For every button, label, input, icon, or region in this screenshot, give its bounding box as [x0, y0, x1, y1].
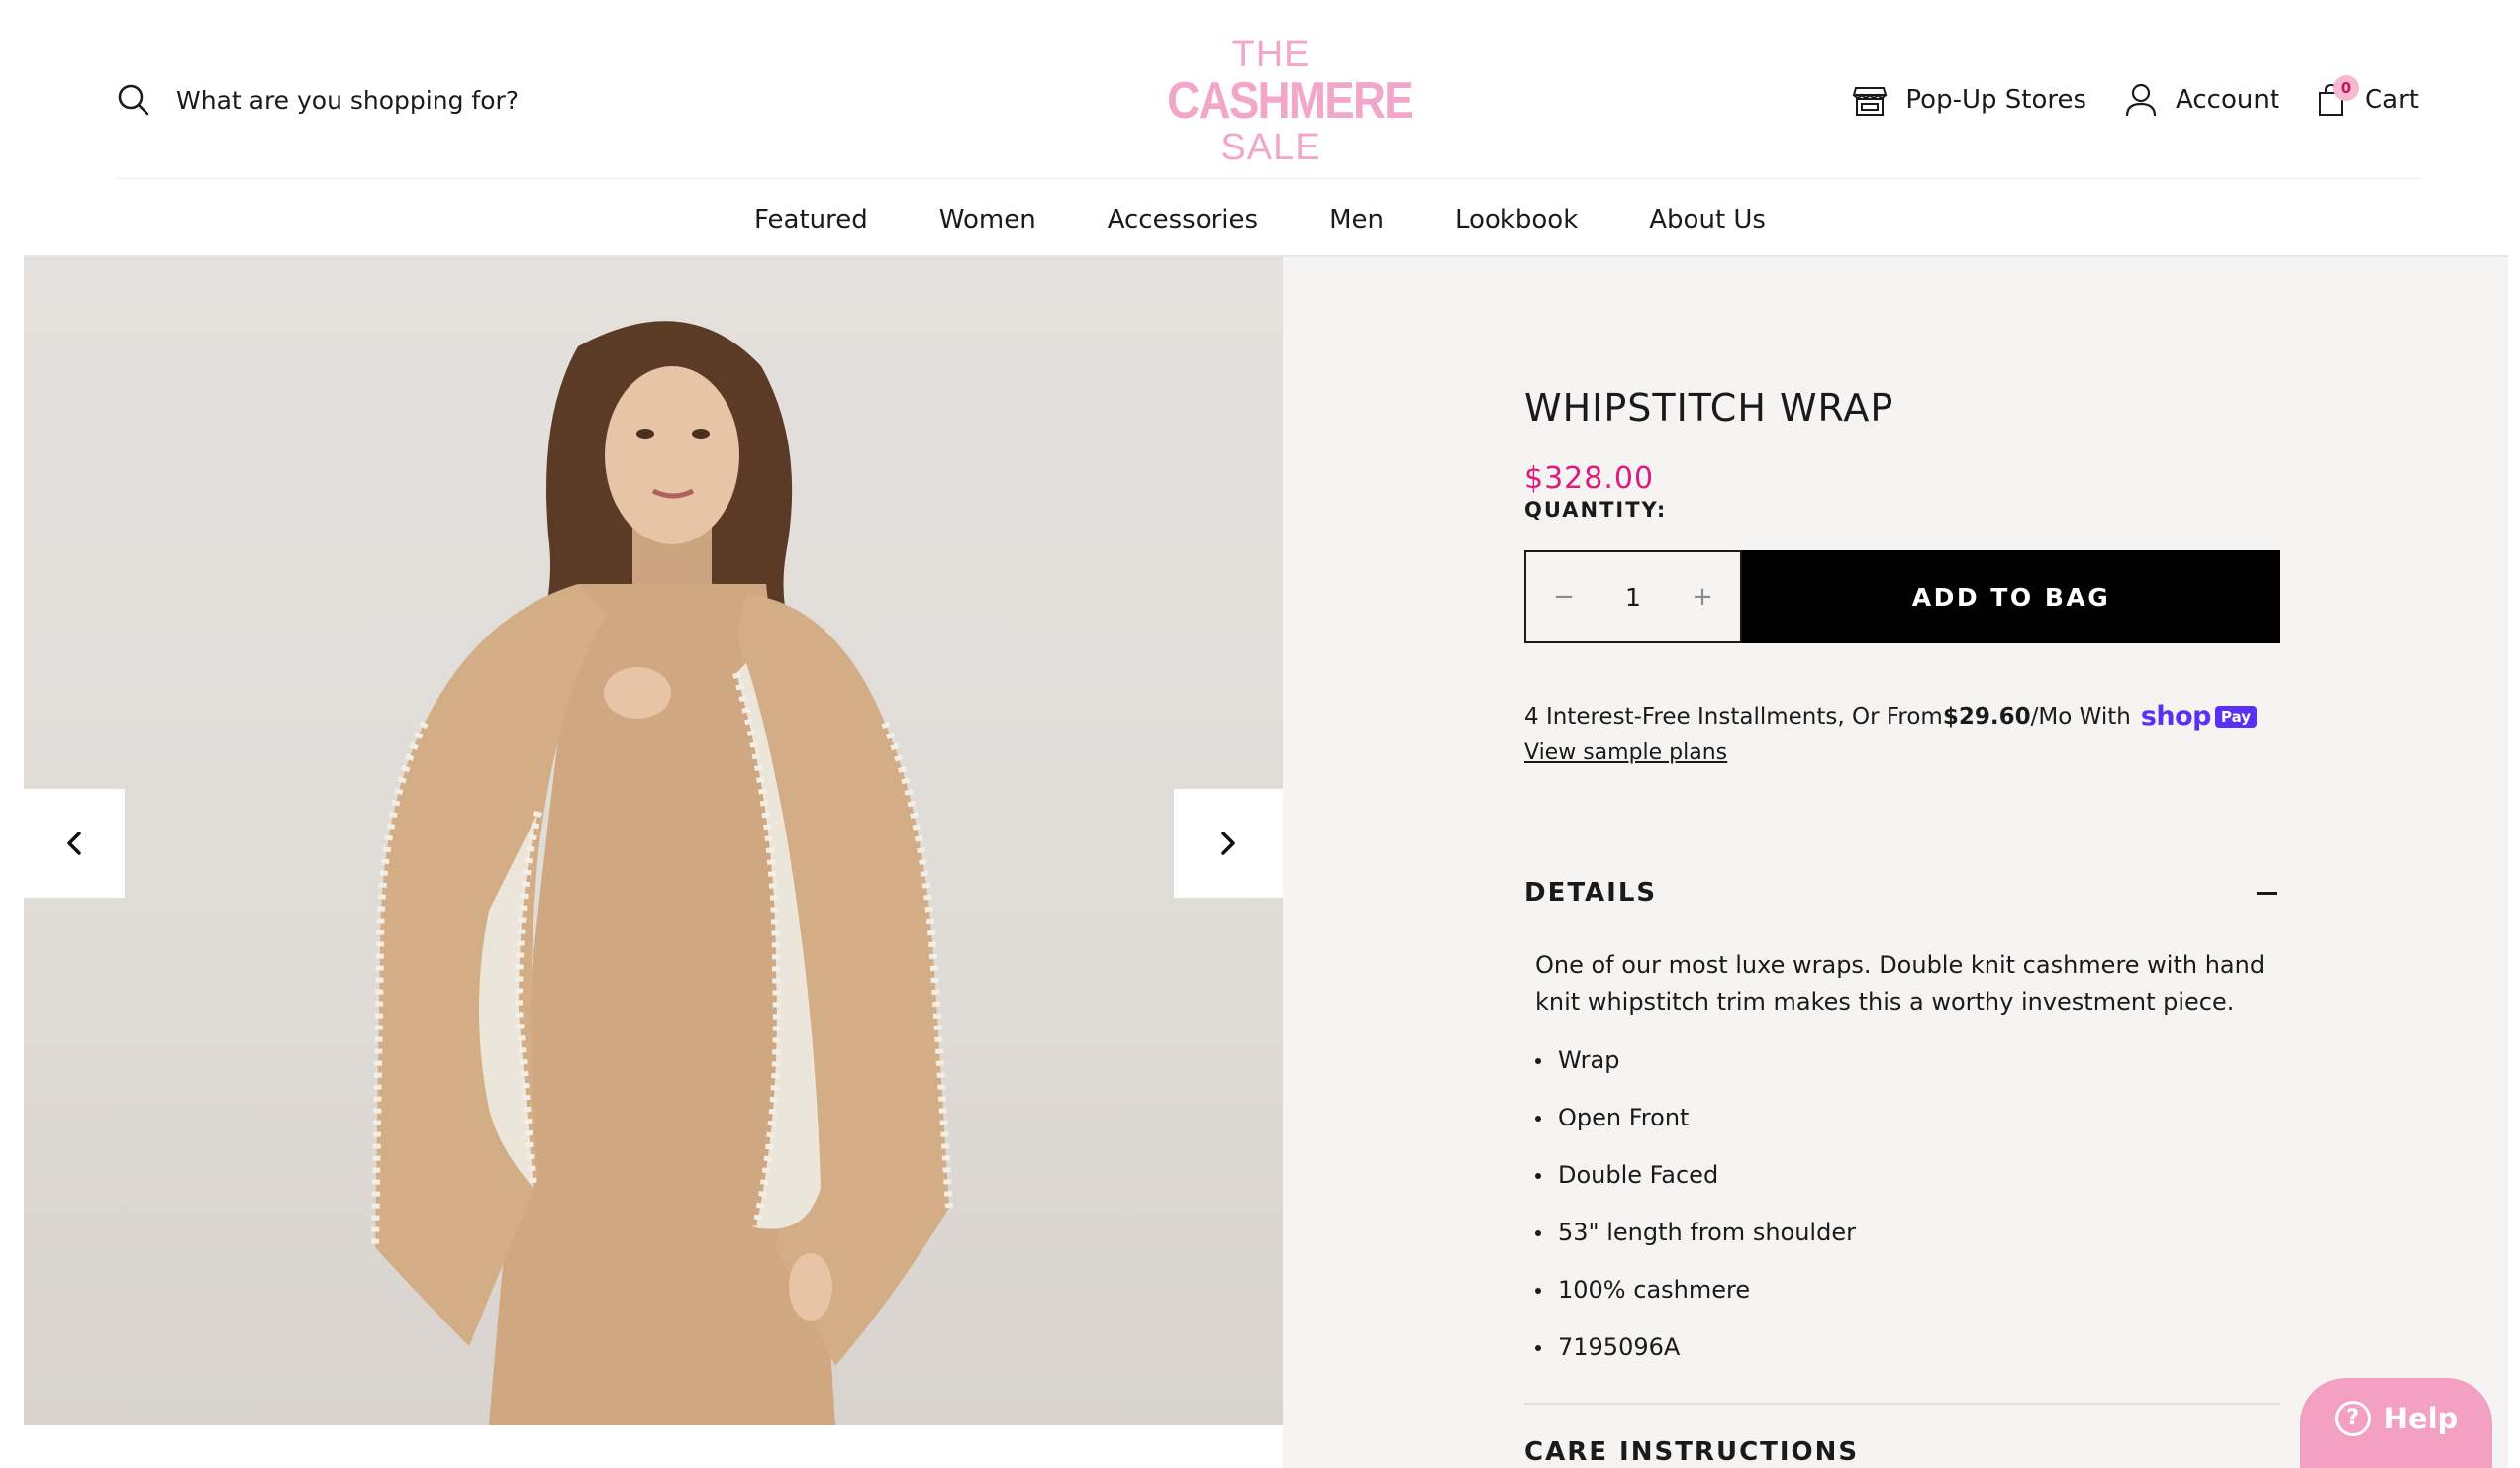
nav-item-featured[interactable]: Featured	[754, 196, 868, 244]
nav-item-lookbook[interactable]: Lookbook	[1455, 196, 1578, 244]
feature-text: Open Front	[1558, 1104, 1690, 1131]
gallery-prev-button[interactable]	[24, 789, 125, 898]
bullet-icon	[1535, 1116, 1541, 1122]
feature-text: 7195096A	[1558, 1333, 1681, 1361]
cart-link[interactable]: 0 Cart	[2317, 75, 2419, 117]
view-sample-plans-link[interactable]: View sample plans	[1524, 740, 1727, 765]
minus-icon	[2257, 891, 2277, 895]
utility-nav: Pop-Up Stores Account 0 Cart	[1852, 75, 2419, 123]
cart-count-badge: 0	[2333, 75, 2360, 101]
list-item: Open Front	[1535, 1099, 1856, 1156]
popup-stores-link[interactable]: Pop-Up Stores	[1852, 82, 2086, 118]
site-logo[interactable]: THE CASHMERE SALE	[1153, 34, 1414, 166]
header-divider	[117, 178, 2421, 179]
bullet-icon	[1535, 1345, 1541, 1351]
search-input[interactable]: What are you shopping for?	[117, 79, 519, 121]
add-to-bag-button[interactable]: ADD TO BAG	[1742, 550, 2280, 643]
nav-item-about-us[interactable]: About Us	[1649, 196, 1766, 244]
help-label: Help	[2383, 1401, 2459, 1435]
chevron-left-icon	[67, 832, 81, 855]
search-placeholder: What are you shopping for?	[176, 85, 520, 115]
product-info-panel: WHIPSTITCH WRAP $328.00 QUANTITY: − + AD…	[1283, 257, 2508, 1468]
product-photo	[371, 321, 953, 1425]
site-header: What are you shopping for? THE CASHMERE …	[0, 0, 2520, 180]
care-instructions-accordion-header[interactable]: CARE INSTRUCTIONS	[1524, 1437, 1859, 1467]
bullet-icon	[1535, 1058, 1541, 1064]
question-icon: ?	[2334, 1400, 2371, 1436]
installments-amount: $29.60	[1942, 703, 2031, 730]
cart-icon-wrap: 0	[2317, 75, 2360, 117]
quantity-stepper: − +	[1524, 550, 1742, 643]
quantity-input[interactable]	[1594, 582, 1673, 612]
product-features-list: Wrap Open Front Double Faced 53" length …	[1535, 1041, 1856, 1386]
logo-text-the: THE	[1231, 34, 1310, 75]
bullet-icon	[1535, 1288, 1541, 1294]
chevron-right-icon	[1221, 832, 1235, 855]
logo-text-sale: SALE	[1220, 127, 1321, 168]
installments-message: 4 Interest-Free Installments, Or From $2…	[1524, 701, 2258, 732]
product-description: One of our most luxe wraps. Double knit …	[1535, 951, 2266, 1016]
list-item: 7195096A	[1535, 1328, 1856, 1386]
care-divider	[1524, 1403, 2280, 1405]
installments-suffix: /Mo With	[2030, 703, 2131, 730]
list-item: 100% cashmere	[1535, 1271, 1856, 1328]
product-title: WHIPSTITCH WRAP	[1524, 386, 1894, 430]
feature-text: Wrap	[1558, 1046, 1620, 1074]
details-heading: DETAILS	[1524, 878, 1658, 908]
nav-item-women[interactable]: Women	[939, 196, 1036, 244]
list-item: Double Faced	[1535, 1156, 1856, 1214]
details-accordion-header[interactable]: DETAILS	[1524, 871, 2280, 915]
bullet-icon	[1535, 1173, 1541, 1179]
product-price: $328.00	[1524, 461, 1655, 496]
quantity-label: QUANTITY:	[1524, 498, 1668, 522]
quantity-decrement-button[interactable]: −	[1546, 579, 1582, 615]
main-nav: Featured Women Accessories Men Lookbook …	[0, 196, 2520, 244]
popup-stores-label: Pop-Up Stores	[1905, 85, 2087, 115]
nav-item-accessories[interactable]: Accessories	[1108, 196, 1258, 244]
product-image-gallery	[24, 257, 1283, 1425]
search-icon	[118, 84, 149, 116]
account-link[interactable]: Account	[2124, 82, 2279, 118]
list-item: Wrap	[1535, 1041, 1856, 1099]
account-label: Account	[2176, 85, 2280, 115]
feature-text: 100% cashmere	[1558, 1276, 1751, 1304]
shop-pay-badge: Pay	[2214, 705, 2258, 728]
bullet-icon	[1535, 1230, 1541, 1236]
shop-pay-logo: shop	[2140, 701, 2212, 732]
user-icon	[2125, 83, 2157, 117]
list-item: 53" length from shoulder	[1535, 1214, 1856, 1271]
gallery-next-button[interactable]	[1174, 789, 1283, 898]
quantity-increment-button[interactable]: +	[1685, 579, 1720, 615]
logo-text-cashmere: CASHMERE	[1167, 72, 1414, 130]
feature-text: Double Faced	[1558, 1161, 1719, 1189]
help-button[interactable]: ? Help	[2300, 1378, 2492, 1468]
store-icon	[1853, 87, 1888, 116]
cart-label: Cart	[2365, 85, 2419, 115]
feature-text: 53" length from shoulder	[1558, 1219, 1856, 1246]
nav-item-men[interactable]: Men	[1329, 196, 1384, 244]
installments-prefix: 4 Interest-Free Installments, Or From	[1524, 703, 1943, 730]
